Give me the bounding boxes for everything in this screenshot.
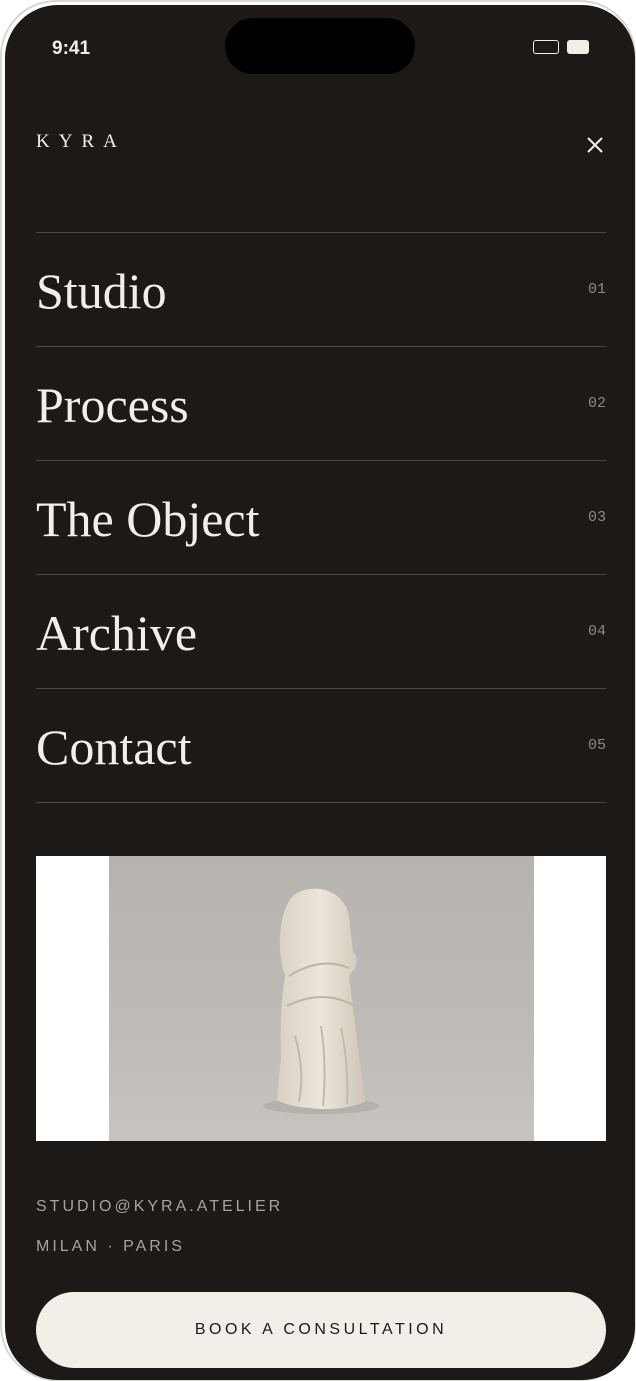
battery-icon xyxy=(567,40,589,54)
dynamic-island xyxy=(225,18,415,74)
main-nav: Studio 01 Process 02 The Object 03 Archi… xyxy=(36,232,606,803)
nav-number: 02 xyxy=(587,395,606,412)
screen: 9:41 KYRA Studio 01 Process 02 The Objec… xyxy=(5,5,635,1380)
close-icon xyxy=(587,137,603,153)
nav-label: Contact xyxy=(36,719,192,775)
nav-item-process[interactable]: Process 02 xyxy=(36,347,606,461)
nav-label: The Object xyxy=(36,491,260,547)
close-menu-button[interactable] xyxy=(581,131,609,159)
contact-email[interactable]: STUDIO@KYRA.ATELIER xyxy=(36,1198,283,1216)
studio-locations: MILAN · PARIS xyxy=(36,1238,185,1255)
nav-item-contact[interactable]: Contact 05 xyxy=(36,689,606,803)
nav-item-the-object[interactable]: The Object 03 xyxy=(36,461,606,575)
nav-label: Process xyxy=(36,377,189,433)
nav-item-archive[interactable]: Archive 04 xyxy=(36,575,606,689)
battery-outline-icon xyxy=(533,40,559,54)
phone-frame: 9:41 KYRA Studio 01 Process 02 The Objec… xyxy=(0,0,636,1381)
draped-statue-image xyxy=(263,888,379,1114)
nav-label: Studio xyxy=(36,263,167,319)
sculpture-photo xyxy=(109,856,534,1141)
status-time: 9:41 xyxy=(52,38,91,59)
nav-number: 03 xyxy=(587,509,606,526)
featured-image xyxy=(36,856,606,1141)
nav-label: Archive xyxy=(36,605,198,661)
nav-number: 01 xyxy=(587,281,606,298)
book-consultation-button[interactable]: BOOK A CONSULTATION xyxy=(36,1292,606,1368)
nav-number: 05 xyxy=(587,737,606,754)
nav-item-studio[interactable]: Studio 01 xyxy=(36,233,606,347)
brand-logo[interactable]: KYRA xyxy=(36,131,126,153)
nav-number: 04 xyxy=(587,623,606,640)
